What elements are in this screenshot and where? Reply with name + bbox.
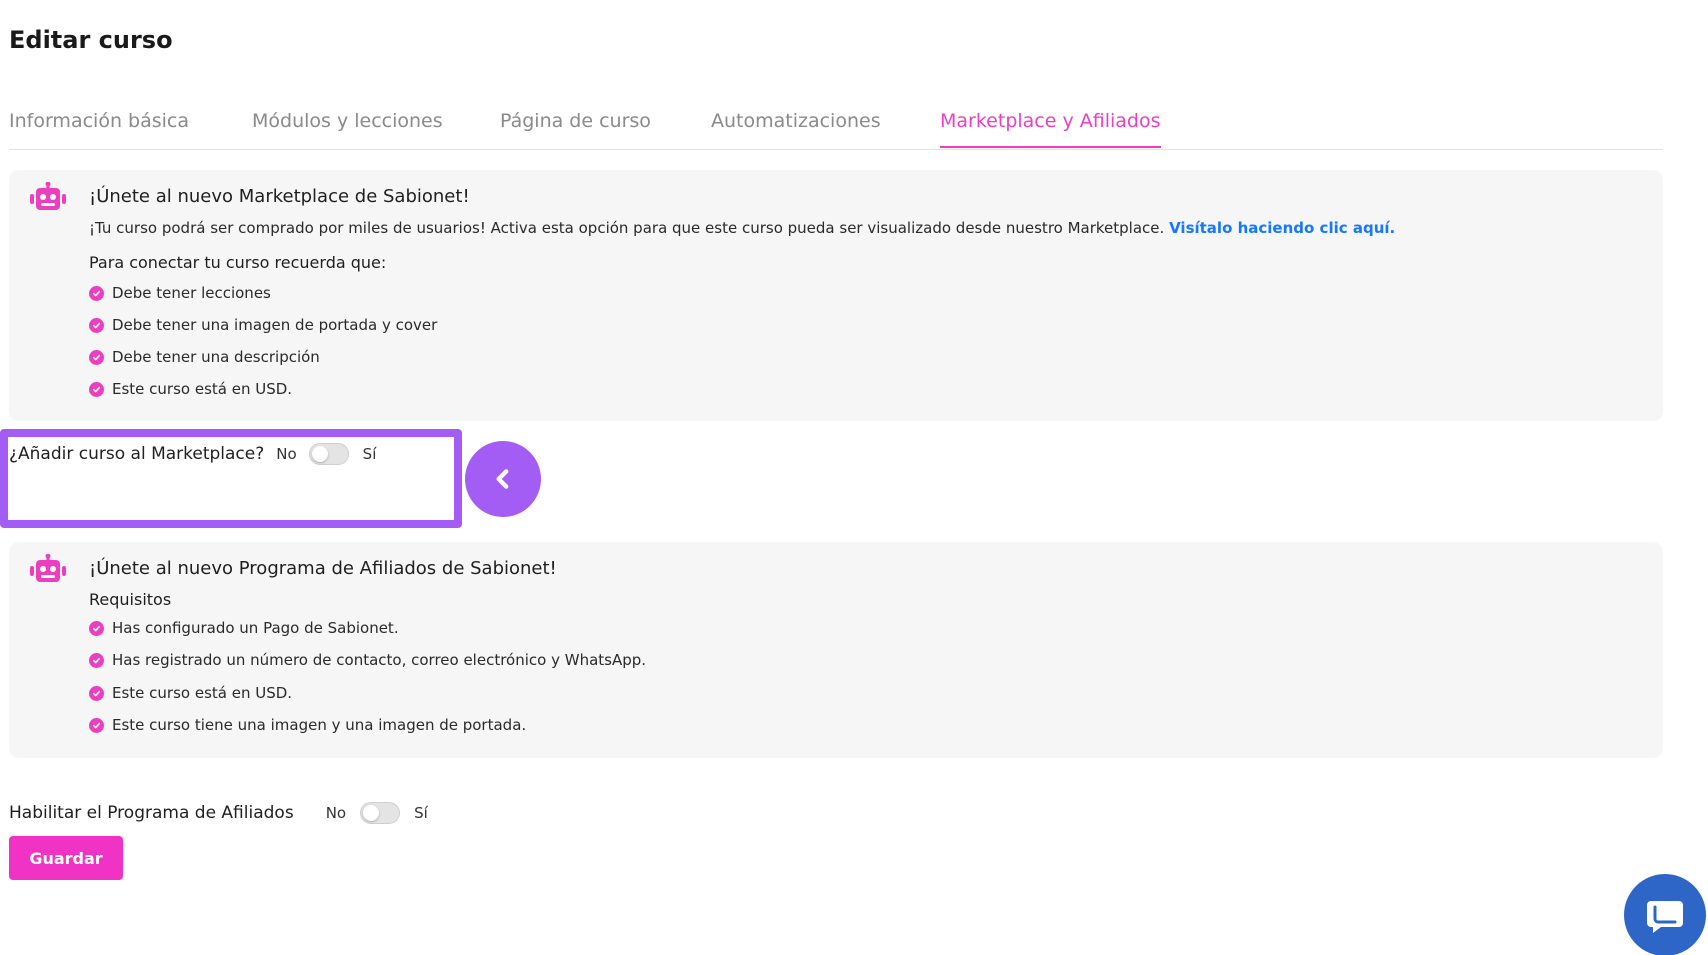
affiliates-requirements-title: Requisitos — [89, 590, 172, 609]
marketplace-requirement-text: Debe tener una descripción — [112, 348, 320, 366]
marketplace-requirement-text: Debe tener lecciones — [112, 284, 271, 302]
check-circle-icon — [89, 285, 104, 301]
marketplace-requirement: Este curso está en USD. — [89, 380, 292, 398]
marketplace-toggle-label: ¿Añadir curso al Marketplace? — [9, 444, 265, 464]
affiliates-requirement: Has configurado un Pago de Sabionet. — [89, 619, 399, 637]
tab-bar: Información básica Módulos y lecciones P… — [9, 100, 1663, 150]
chevron-left-icon — [496, 469, 509, 489]
marketplace-info-panel: ¡Únete al nuevo Marketplace de Sabionet!… — [9, 170, 1663, 421]
marketplace-requirement: Debe tener una imagen de portada y cover — [89, 316, 437, 334]
affiliates-requirement: Este curso tiene una imagen y una imagen… — [89, 716, 526, 734]
toggle-knob — [363, 805, 380, 821]
marketplace-title: ¡Únete al nuevo Marketplace de Sabionet! — [89, 186, 470, 207]
marketplace-requirements-title: Para conectar tu curso recuerda que: — [89, 253, 387, 272]
marketplace-toggle-no: No — [276, 445, 297, 463]
save-button[interactable]: Guardar — [9, 836, 123, 880]
affiliates-title: ¡Únete al nuevo Programa de Afiliados de… — [89, 558, 557, 579]
page-title: Editar curso — [9, 26, 173, 54]
affiliates-toggle-switch[interactable] — [360, 802, 401, 824]
affiliates-requirement-text: Este curso tiene una imagen y una imagen… — [112, 716, 527, 734]
chat-button[interactable] — [1624, 874, 1706, 955]
collapse-button[interactable] — [465, 441, 541, 517]
check-circle-icon — [89, 620, 104, 636]
affiliates-requirement-text: Has configurado un Pago de Sabionet. — [112, 619, 399, 637]
toggle-knob — [311, 446, 328, 462]
marketplace-toggle-switch[interactable] — [308, 443, 349, 465]
chat-bubble-icon — [1647, 901, 1683, 933]
affiliates-toggle-row: Habilitar el Programa de Afiliados No Sí — [9, 802, 428, 824]
tab-modulos-lecciones[interactable]: Módulos y lecciones — [252, 110, 443, 146]
marketplace-link[interactable]: Visítalo haciendo clic aquí. — [1169, 219, 1395, 237]
check-circle-icon — [89, 381, 104, 397]
robot-icon — [30, 182, 66, 210]
marketplace-toggle-row: ¿Añadir curso al Marketplace? No Sí — [9, 443, 376, 465]
robot-icon — [30, 554, 66, 582]
affiliates-requirement-text: Este curso está en USD. — [112, 684, 293, 702]
marketplace-requirement: Debe tener una descripción — [89, 348, 320, 366]
affiliates-requirement: Has registrado un número de contacto, co… — [89, 651, 646, 669]
check-circle-icon — [89, 317, 104, 333]
affiliates-requirement-text: Has registrado un número de contacto, co… — [112, 651, 647, 669]
check-circle-icon — [89, 717, 104, 733]
affiliates-info-panel: ¡Únete al nuevo Programa de Afiliados de… — [9, 542, 1663, 758]
tab-pagina-curso[interactable]: Página de curso — [500, 110, 651, 146]
marketplace-requirement: Debe tener lecciones — [89, 284, 271, 302]
marketplace-toggle-si: Sí — [362, 445, 377, 463]
check-circle-icon — [89, 652, 104, 668]
marketplace-requirement-text: Este curso está en USD. — [112, 380, 293, 398]
affiliates-toggle-no: No — [325, 804, 347, 822]
check-circle-icon — [89, 349, 104, 365]
tab-automatizaciones[interactable]: Automatizaciones — [711, 110, 881, 146]
affiliates-requirement: Este curso está en USD. — [89, 684, 292, 702]
marketplace-description: ¡Tu curso podrá ser comprado por miles d… — [89, 219, 1395, 237]
tab-informacion-basica[interactable]: Información básica — [9, 110, 189, 146]
affiliates-toggle-si: Sí — [414, 804, 428, 822]
marketplace-description-text: ¡Tu curso podrá ser comprado por miles d… — [89, 219, 1165, 237]
marketplace-requirement-text: Debe tener una imagen de portada y cover — [112, 316, 438, 334]
check-circle-icon — [89, 685, 104, 701]
affiliates-toggle-label: Habilitar el Programa de Afiliados — [9, 803, 294, 823]
tab-marketplace-afiliados[interactable]: Marketplace y Afiliados — [940, 110, 1161, 148]
